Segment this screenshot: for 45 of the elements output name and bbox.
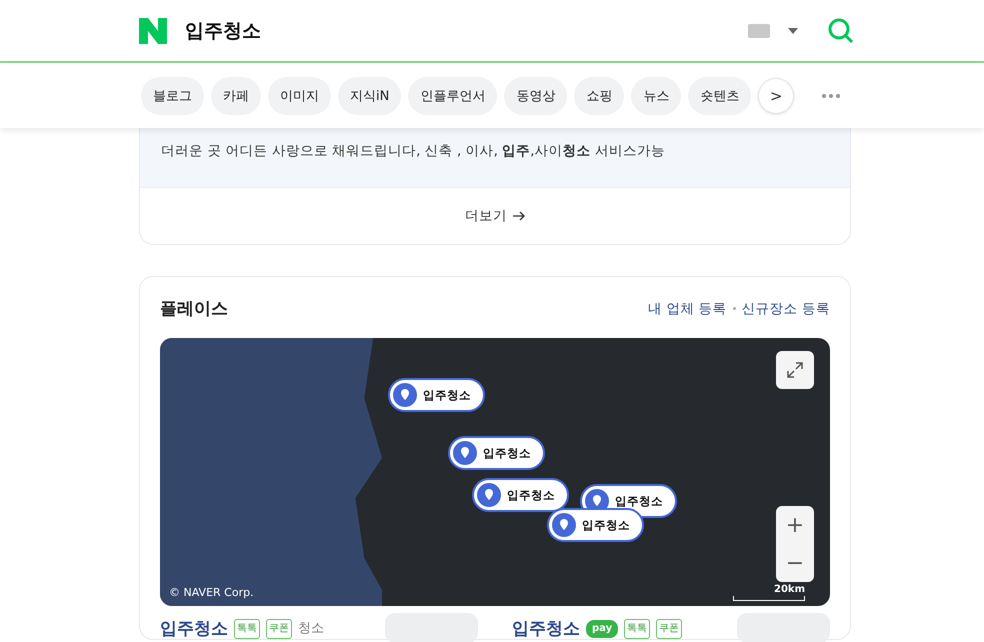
category-tab[interactable]: 쇼핑 <box>574 76 624 114</box>
feature-badge: 쿠폰 <box>266 619 292 639</box>
caret-icon[interactable] <box>788 28 798 34</box>
location-icon <box>477 483 501 507</box>
map-pin[interactable]: 입주청소 <box>388 378 485 412</box>
location-icon <box>552 513 576 537</box>
zoom-in-button[interactable]: + <box>776 506 814 544</box>
category-tab[interactable]: 이미지 <box>268 76 331 114</box>
search-icon[interactable] <box>828 18 854 44</box>
expand-icon <box>786 361 804 379</box>
category-tab[interactable]: 카페 <box>211 76 261 114</box>
more-button[interactable]: 더보기 <box>459 206 531 226</box>
keyboard-icon[interactable] <box>748 24 770 38</box>
more-icon[interactable] <box>821 92 842 98</box>
zoom-out-button[interactable]: − <box>776 544 814 582</box>
section-title: 플레이스 <box>160 298 228 320</box>
search-field[interactable]: 입주청소 <box>185 20 730 42</box>
category-tab[interactable]: 블로그 <box>141 76 204 114</box>
place-title[interactable]: 입주청소 <box>512 620 580 638</box>
fullscreen-button[interactable] <box>776 351 814 389</box>
category-tab[interactable]: 동영상 <box>504 76 568 114</box>
map-pin[interactable]: 입주청소 <box>547 508 644 542</box>
pay-badge: pay <box>586 620 618 638</box>
copyright-text: © NAVER Corp. <box>169 586 254 599</box>
arrow-icon <box>513 211 525 221</box>
feature-badge: 쿠폰 <box>656 619 682 639</box>
location-icon <box>393 383 417 407</box>
category-tab[interactable]: 뉴스 <box>631 76 682 114</box>
ad-description: 더러운 곳 어디든 사랑으로 채워드립니다, 신축 , 이사, 입주,사이청소 서비스가능 <box>140 128 850 187</box>
category-tab[interactable]: 인플루언서 <box>408 76 498 114</box>
place-category: 청소 <box>298 620 324 638</box>
category-tab[interactable]: 지식iN <box>338 76 402 114</box>
register-link[interactable]: 신규장소 등록 <box>742 300 830 318</box>
logo-icon[interactable] <box>139 18 167 44</box>
map-scale: 20km <box>733 584 805 601</box>
category-tab[interactable]: 숏텐츠 <box>688 76 752 114</box>
separator-dot <box>732 307 736 310</box>
location-icon <box>453 441 477 465</box>
map-pin[interactable]: 입주청소 <box>472 478 569 512</box>
register-link[interactable]: 내 업체 등록 <box>648 300 727 318</box>
next-tabs-button[interactable]: > <box>758 78 794 114</box>
feature-badge: 톡톡 <box>624 619 650 639</box>
map-pin[interactable]: 입주청소 <box>448 436 545 470</box>
place-title[interactable]: 입주청소 <box>160 620 228 638</box>
feature-badge: 톡톡 <box>234 619 260 639</box>
